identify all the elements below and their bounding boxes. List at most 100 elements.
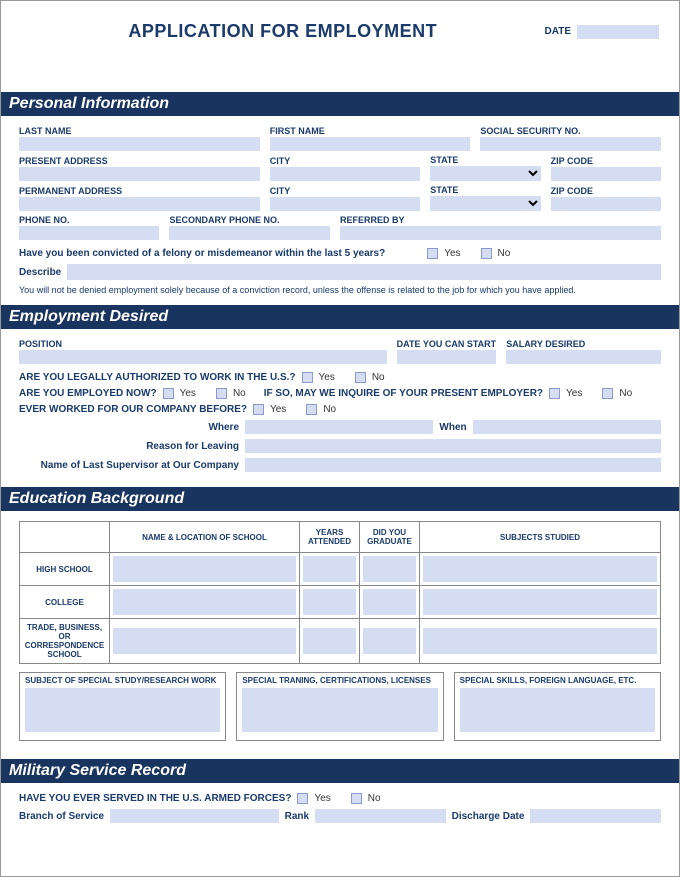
rank-label: Rank — [285, 811, 309, 822]
salary-label: SALARY DESIRED — [506, 339, 661, 349]
hs-school-input[interactable] — [113, 556, 296, 582]
college-school-input[interactable] — [113, 589, 296, 615]
hs-graduate-input[interactable] — [363, 556, 416, 582]
edu-header-blank — [20, 522, 110, 553]
header: APPLICATION FOR EMPLOYMENT DATE — [1, 1, 679, 52]
form-title: APPLICATION FOR EMPLOYMENT — [21, 21, 545, 42]
employed-yes-label: Yes — [180, 388, 196, 399]
special-skills-box: SPECIAL SKILLS, FOREIGN LANGUAGE, ETC. — [454, 672, 661, 741]
special-study-input[interactable] — [25, 688, 220, 732]
edu-row-highschool-label: HIGH SCHOOL — [20, 553, 110, 586]
permanent-city-input[interactable] — [270, 197, 420, 211]
salary-input[interactable] — [506, 350, 661, 364]
date-label: DATE — [545, 26, 571, 37]
ever-worked-no-checkbox[interactable] — [306, 404, 317, 415]
section-personal-header: Personal Information — [1, 92, 679, 116]
permanent-state-select[interactable] — [430, 196, 540, 211]
permanent-state-label: STATE — [430, 185, 540, 195]
first-name-input[interactable] — [270, 137, 471, 151]
trade-graduate-input[interactable] — [363, 628, 416, 654]
present-address-input[interactable] — [19, 167, 260, 181]
edu-col-subjects: SUBJECTS STUDIED — [420, 522, 661, 553]
edu-col-graduate: DID YOU GRADUATE — [360, 522, 420, 553]
describe-label: Describe — [19, 267, 61, 278]
served-question: HAVE YOU EVER SERVED IN THE U.S. ARMED F… — [19, 793, 291, 804]
employed-yes-checkbox[interactable] — [163, 388, 174, 399]
reason-leaving-input[interactable] — [245, 439, 661, 453]
last-name-input[interactable] — [19, 137, 260, 151]
hs-subjects-input[interactable] — [423, 556, 657, 582]
edu-row-trade-label: TRADE, BUSINESS, OR CORRESPONDENCE SCHOO… — [20, 619, 110, 664]
permanent-zip-input[interactable] — [551, 197, 661, 211]
last-supervisor-label: Name of Last Supervisor at Our Company — [19, 460, 239, 471]
branch-input[interactable] — [110, 809, 279, 823]
edu-col-school: NAME & LOCATION OF SCHOOL — [110, 522, 300, 553]
ever-worked-no-label: No — [323, 404, 336, 415]
trade-years-input[interactable] — [303, 628, 356, 654]
date-input[interactable] — [577, 25, 659, 39]
permanent-zip-label: ZIP CODE — [551, 186, 661, 196]
served-no-checkbox[interactable] — [351, 793, 362, 804]
ever-worked-yes-label: Yes — [270, 404, 286, 415]
special-training-label: SPECIAL TRANING, CERTIFICATIONS, LICENSE… — [242, 676, 437, 685]
inquire-label: IF SO, MAY WE INQUIRE OF YOUR PRESENT EM… — [264, 388, 543, 399]
special-training-input[interactable] — [242, 688, 437, 732]
section-military-body: HAVE YOU EVER SERVED IN THE U.S. ARMED F… — [1, 783, 679, 838]
last-supervisor-input[interactable] — [245, 458, 661, 472]
phone-input[interactable] — [19, 226, 159, 240]
present-city-input[interactable] — [270, 167, 420, 181]
authorized-label: ARE YOU LEGALLY AUTHORIZED TO WORK IN TH… — [19, 372, 296, 383]
first-name-label: FIRST NAME — [270, 126, 471, 136]
section-military-header: Military Service Record — [1, 759, 679, 783]
present-address-label: PRESENT ADDRESS — [19, 156, 260, 166]
inquire-yes-checkbox[interactable] — [549, 388, 560, 399]
present-state-select[interactable] — [430, 166, 540, 181]
felony-yes-label: Yes — [444, 248, 460, 259]
reason-leaving-label: Reason for Leaving — [19, 441, 239, 452]
special-skills-input[interactable] — [460, 688, 655, 732]
felony-question: Have you been convicted of a felony or m… — [19, 248, 385, 259]
felony-yes-checkbox[interactable] — [427, 248, 438, 259]
describe-input[interactable] — [67, 264, 661, 280]
authorized-no-checkbox[interactable] — [355, 372, 366, 383]
secondary-phone-input[interactable] — [169, 226, 330, 240]
trade-subjects-input[interactable] — [423, 628, 657, 654]
served-no-label: No — [368, 793, 381, 804]
trade-school-input[interactable] — [113, 628, 296, 654]
edu-row-college-label: COLLEGE — [20, 586, 110, 619]
discharge-input[interactable] — [530, 809, 661, 823]
authorized-yes-label: Yes — [319, 372, 335, 383]
referred-by-input[interactable] — [340, 226, 661, 240]
present-zip-input[interactable] — [551, 167, 661, 181]
employed-no-checkbox[interactable] — [216, 388, 227, 399]
present-city-label: CITY — [270, 156, 420, 166]
when-label: When — [439, 422, 466, 433]
section-employment-body: POSITION DATE YOU CAN START SALARY DESIR… — [1, 329, 679, 487]
permanent-city-label: CITY — [270, 186, 420, 196]
served-yes-checkbox[interactable] — [297, 793, 308, 804]
hs-years-input[interactable] — [303, 556, 356, 582]
ever-worked-label: EVER WORKED FOR OUR COMPANY BEFORE? — [19, 404, 247, 415]
inquire-no-checkbox[interactable] — [602, 388, 613, 399]
where-input[interactable] — [245, 420, 433, 434]
conviction-disclaimer: You will not be denied employment solely… — [19, 285, 661, 295]
college-subjects-input[interactable] — [423, 589, 657, 615]
position-input[interactable] — [19, 350, 387, 364]
college-years-input[interactable] — [303, 589, 356, 615]
present-state-label: STATE — [430, 155, 540, 165]
date-start-input[interactable] — [397, 350, 497, 364]
ssn-input[interactable] — [480, 137, 661, 151]
rank-input[interactable] — [315, 809, 446, 823]
section-education-body: NAME & LOCATION OF SCHOOL YEARS ATTENDED… — [1, 511, 679, 751]
present-zip-label: ZIP CODE — [551, 156, 661, 166]
section-education-header: Education Background — [1, 487, 679, 511]
inquire-yes-label: Yes — [566, 388, 582, 399]
ssn-label: SOCIAL SECURITY NO. — [480, 126, 661, 136]
authorized-yes-checkbox[interactable] — [302, 372, 313, 383]
when-input[interactable] — [473, 420, 661, 434]
permanent-address-input[interactable] — [19, 197, 260, 211]
college-graduate-input[interactable] — [363, 589, 416, 615]
ever-worked-yes-checkbox[interactable] — [253, 404, 264, 415]
felony-no-checkbox[interactable] — [481, 248, 492, 259]
authorized-no-label: No — [372, 372, 385, 383]
